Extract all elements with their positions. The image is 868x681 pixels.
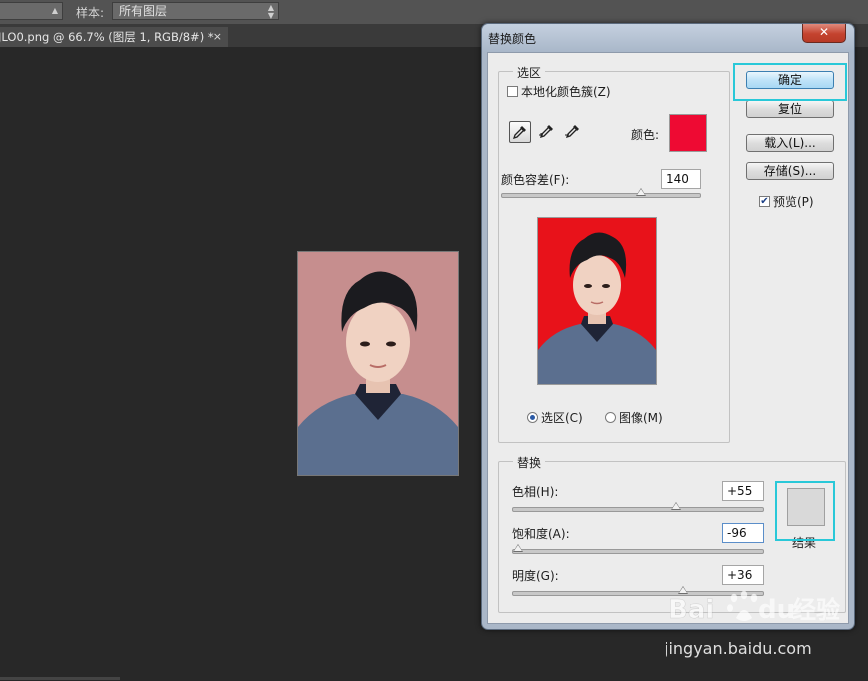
color-label: 颜色: (631, 128, 660, 142)
saturation-label: 饱和度(A): (512, 527, 570, 541)
localized-clusters-checkbox[interactable] (507, 86, 518, 97)
lightness-label: 明度(G): (512, 569, 559, 583)
reset-button[interactable]: 复位 (746, 100, 834, 118)
selection-legend: 选区 (513, 64, 546, 81)
fuzziness-slider-thumb[interactable] (636, 188, 646, 196)
hue-slider-thumb[interactable] (671, 502, 681, 510)
eyedropper-plus-icon (539, 125, 553, 139)
document-photo (297, 251, 459, 476)
preview-checkbox[interactable]: ✔ (759, 196, 770, 207)
eyedropper-tool[interactable] (509, 121, 531, 143)
updown-arrow-icon: ▲ (51, 6, 58, 15)
lightness-slider[interactable] (512, 586, 764, 596)
eyedropper-subtract-tool[interactable] (561, 121, 583, 143)
selection-radio[interactable] (527, 412, 538, 423)
updown-arrow-icon: ▲ ▼ (267, 3, 274, 20)
sample-select[interactable]: 所有图层 ▲ ▼ (112, 2, 279, 20)
localized-clusters-label: 本地化颜色簇(Z) (521, 85, 611, 99)
dialog-titlebar[interactable]: 替换颜色 ✕ (482, 24, 854, 52)
close-icon: ✕ (818, 25, 830, 39)
sample-label: 样本: (76, 6, 105, 20)
image-radio-label: 图像(M) (619, 411, 663, 425)
eyedropper-minus-icon (565, 125, 579, 139)
highlight-result-swatch (775, 481, 835, 541)
replacement-legend: 替换 (513, 454, 546, 471)
tool-preset-select[interactable]: ▲ (0, 2, 63, 20)
hue-label: 色相(H): (512, 485, 559, 499)
dialog-title: 替换颜色 (488, 32, 537, 46)
selection-radio-label: 选区(C) (541, 411, 583, 425)
preview-label: 预览(P) (773, 195, 814, 209)
saturation-slider[interactable] (512, 544, 764, 554)
lightness-slider-thumb[interactable] (678, 586, 688, 594)
document-tab-title: JLO0.png @ 66.7% (图层 1, RGB/8#) * (0, 30, 214, 44)
fuzziness-input[interactable]: 140 (661, 169, 701, 189)
hue-slider[interactable] (512, 502, 764, 512)
highlight-ok-button (733, 63, 847, 101)
load-button[interactable]: 载入(L)... (746, 134, 834, 152)
fuzziness-label: 颜色容差(F): (501, 173, 570, 187)
tab-close-icon[interactable]: × (213, 27, 222, 47)
lightness-input[interactable]: +36 (722, 565, 764, 585)
selection-preview[interactable] (537, 217, 657, 385)
portrait-image (298, 252, 458, 475)
image-radio[interactable] (605, 412, 616, 423)
replace-color-dialog: 替换颜色 ✕ 选区 本地化颜色簇(Z) 颜色: 颜色容差(F): 140 选区(… (481, 23, 855, 630)
close-button[interactable]: ✕ (802, 24, 846, 43)
eyedropper-add-tool[interactable] (535, 121, 557, 143)
hue-input[interactable]: +55 (722, 481, 764, 501)
sample-select-value: 所有图层 (119, 4, 168, 18)
selection-preview-image (538, 218, 656, 384)
saturation-slider-thumb[interactable] (513, 544, 523, 552)
save-button[interactable]: 存储(S)... (746, 162, 834, 180)
options-bar: ▲ 样本: 所有图层 ▲ ▼ (0, 0, 868, 25)
selection-group: 选区 本地化颜色簇(Z) 颜色: 颜色容差(F): 140 选区(C) 图像(M… (498, 64, 730, 443)
document-tab[interactable]: JLO0.png @ 66.7% (图层 1, RGB/8#) * × (0, 27, 228, 47)
fuzziness-slider[interactable] (501, 188, 701, 198)
eyedropper-icon (513, 126, 526, 139)
saturation-input[interactable]: -96 (722, 523, 764, 543)
color-swatch[interactable] (669, 114, 707, 152)
